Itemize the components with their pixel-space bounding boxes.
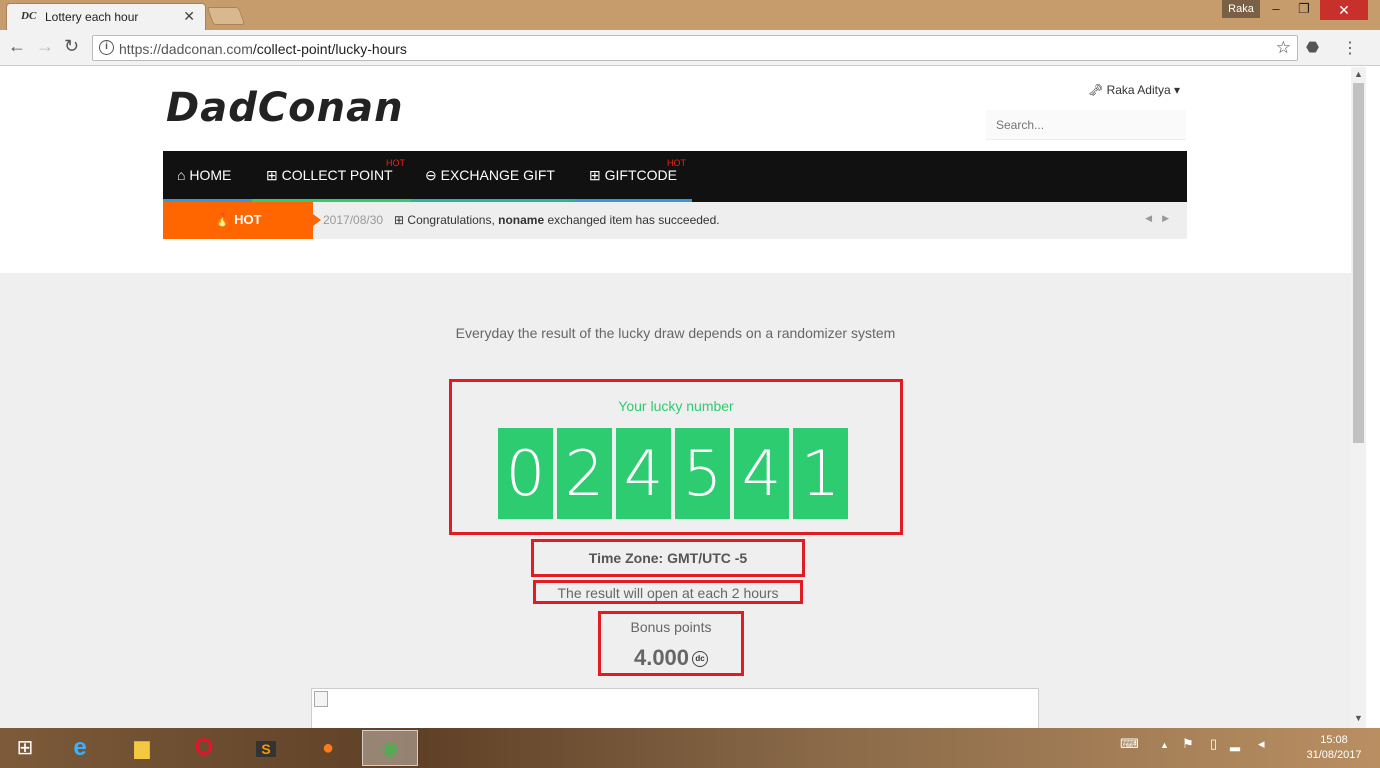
battery-icon[interactable]: ▯ — [1210, 736, 1217, 752]
ticker-date: 2017/08/30 — [323, 213, 384, 227]
minimize-icon[interactable]: – — [1262, 0, 1290, 20]
ticker-arrows[interactable]: ◀▶ — [1145, 213, 1179, 224]
url-host: https://dadconan.com — [119, 41, 253, 57]
caret-down-icon: ▾ — [1173, 83, 1180, 97]
banner-image — [311, 688, 1039, 728]
digit: 1 — [793, 428, 848, 519]
page-scrollbar[interactable]: ▲ ▼ — [1351, 67, 1366, 728]
bonus-amount: 4.000 — [633, 645, 690, 670]
result-note: The result will open at each 2 hours — [557, 585, 779, 601]
clock-date: 31/08/2017 — [1306, 749, 1362, 761]
url-path: /collect-point/lucky-hours — [252, 41, 407, 57]
browser-titlebar: DC Lottery each hour ✕ Raka – ❐ ✕ — [0, 0, 1380, 30]
site-info-icon[interactable]: i — [99, 40, 114, 55]
page-viewport: DadConan 🗝 Raka Aditya ▾ ⌂ HOME ⊞ COLLEC… — [0, 67, 1351, 728]
timezone-text: Time Zone: GMT/UTC -5 — [588, 550, 748, 566]
gift-icon: ⊞ — [266, 167, 278, 183]
digit: 4 — [734, 428, 789, 519]
start-windows-icon[interactable]: ⊞ — [0, 730, 50, 766]
lucky-number-title: Your lucky number — [618, 398, 734, 414]
network-icon[interactable]: ▂ — [1230, 736, 1240, 752]
url-text: https://dadconan.com/collect-point/lucky… — [119, 41, 407, 57]
bonus-value: 4.000 dc — [601, 645, 741, 671]
digit: 4 — [616, 428, 671, 519]
hot-badge-label: HOT — [234, 212, 262, 227]
lucky-number-box: Your lucky number 0 2 4 5 4 1 — [449, 379, 903, 535]
file-explorer-icon[interactable]: ▆ — [114, 730, 170, 766]
intro-text: Everyday the result of the lucky draw de… — [455, 325, 896, 341]
profile-chip[interactable]: Raka — [1222, 0, 1260, 18]
nav-label: HOME — [189, 167, 232, 183]
volume-icon[interactable]: ◂ — [1258, 736, 1265, 752]
user-menu[interactable]: 🗝 Raka Aditya ▾ — [1088, 83, 1180, 97]
hot-label: HOT — [667, 158, 686, 168]
hot-badge: 🔥 HOT — [163, 202, 321, 239]
nav-label: EXCHANGE GIFT — [440, 167, 555, 183]
fire-icon: 🔥 — [214, 212, 231, 227]
nav-home[interactable]: ⌂ HOME — [163, 151, 252, 202]
gift-icon: ⊞ — [394, 213, 405, 227]
chrome-icon[interactable]: ◉ — [362, 730, 418, 766]
nav-label: COLLECT POINT — [281, 167, 393, 183]
result-note-box: The result will open at each 2 hours — [533, 580, 803, 604]
user-name: Raka Aditya — [1106, 83, 1171, 97]
nav-giftcode[interactable]: ⊞ GIFTCODE HOT — [575, 151, 692, 202]
tab-close-icon[interactable]: ✕ — [183, 8, 195, 25]
tray-expand-icon[interactable]: ▲ — [1160, 740, 1169, 750]
back-icon[interactable]: ← — [8, 36, 26, 57]
bonus-box: Bonus points 4.000 dc — [598, 611, 744, 676]
search-input[interactable] — [986, 110, 1186, 140]
ticker-suffix: exchanged item has succeeded. — [547, 213, 720, 227]
broken-image-icon — [314, 691, 328, 707]
ticker-message[interactable]: ⊞ Congratulations, noname exchanged item… — [394, 213, 720, 227]
internet-explorer-icon[interactable]: e — [52, 730, 108, 766]
window-close-icon[interactable]: ✕ — [1320, 0, 1368, 20]
scroll-up-icon[interactable]: ▲ — [1354, 69, 1363, 79]
browser-tab[interactable]: DC Lottery each hour ✕ — [6, 3, 206, 30]
home-icon: ⌂ — [177, 167, 186, 183]
taskbar-clock[interactable]: 15:08 31/08/2017 — [1296, 733, 1372, 763]
ticker-prefix: Congratulations, — [407, 213, 495, 227]
gift-icon: ⊞ — [589, 167, 601, 183]
news-ticker: 🔥 HOT 2017/08/30 ⊞ Congratulations, nona… — [163, 202, 1187, 239]
prev-icon[interactable]: ◀ — [1145, 213, 1162, 223]
keyboard-icon[interactable]: ⌨ — [1120, 736, 1139, 752]
scroll-down-icon[interactable]: ▼ — [1354, 713, 1363, 723]
main-nav: ⌂ HOME ⊞ COLLECT POINT HOT ⊖ EXCHANGE GI… — [163, 151, 1187, 202]
browser-toolbar: ← → ↻ i https://dadconan.com/collect-poi… — [0, 30, 1380, 66]
gamepad-icon: ⊖ — [425, 167, 437, 183]
tab-title: Lottery each hour — [45, 10, 139, 24]
nav-exchange-gift[interactable]: ⊖ EXCHANGE GIFT — [411, 151, 575, 202]
action-center-icon[interactable]: ⚑ — [1182, 736, 1194, 752]
bonus-label: Bonus points — [630, 619, 712, 635]
hot-label: HOT — [386, 158, 405, 168]
menu-kebab-icon[interactable]: ⋮ — [1342, 38, 1358, 58]
coin-icon: dc — [692, 651, 709, 668]
opera-icon[interactable]: O — [176, 730, 232, 766]
firefox-icon[interactable]: ● — [300, 730, 356, 766]
windows-taskbar: ⊞ e ▆ O S ● ◉ ⌨ ▲ ⚑ ▯ ▂ ◂ 15:08 31/08/20… — [0, 728, 1380, 768]
new-tab-button[interactable] — [206, 7, 246, 25]
forward-icon[interactable]: → — [36, 36, 54, 57]
address-bar[interactable]: i https://dadconan.com/collect-point/luc… — [92, 35, 1298, 61]
lucky-digits: 0 2 4 5 4 1 — [498, 428, 848, 520]
sublime-text-icon[interactable]: S — [238, 730, 294, 766]
digit: 5 — [675, 428, 730, 519]
key-icon: 🗝 — [1088, 83, 1104, 97]
bookmark-star-icon[interactable]: ☆ — [1276, 38, 1291, 58]
extension-icon[interactable]: ⬣ — [1306, 38, 1319, 56]
digit: 2 — [557, 428, 612, 519]
maximize-icon[interactable]: ❐ — [1290, 0, 1318, 20]
timezone-box: Time Zone: GMT/UTC -5 — [531, 539, 805, 577]
lottery-section: Everyday the result of the lucky draw de… — [0, 273, 1351, 728]
site-logo[interactable]: DadConan — [166, 85, 404, 131]
scroll-thumb[interactable] — [1353, 83, 1364, 443]
reload-icon[interactable]: ↻ — [64, 36, 79, 57]
next-icon[interactable]: ▶ — [1162, 213, 1179, 223]
ticker-user: noname — [498, 213, 545, 227]
digit: 0 — [498, 428, 553, 519]
site-favicon: DC — [21, 10, 37, 22]
nav-collect-point[interactable]: ⊞ COLLECT POINT HOT — [252, 151, 411, 202]
clock-time: 15:08 — [1320, 734, 1348, 746]
